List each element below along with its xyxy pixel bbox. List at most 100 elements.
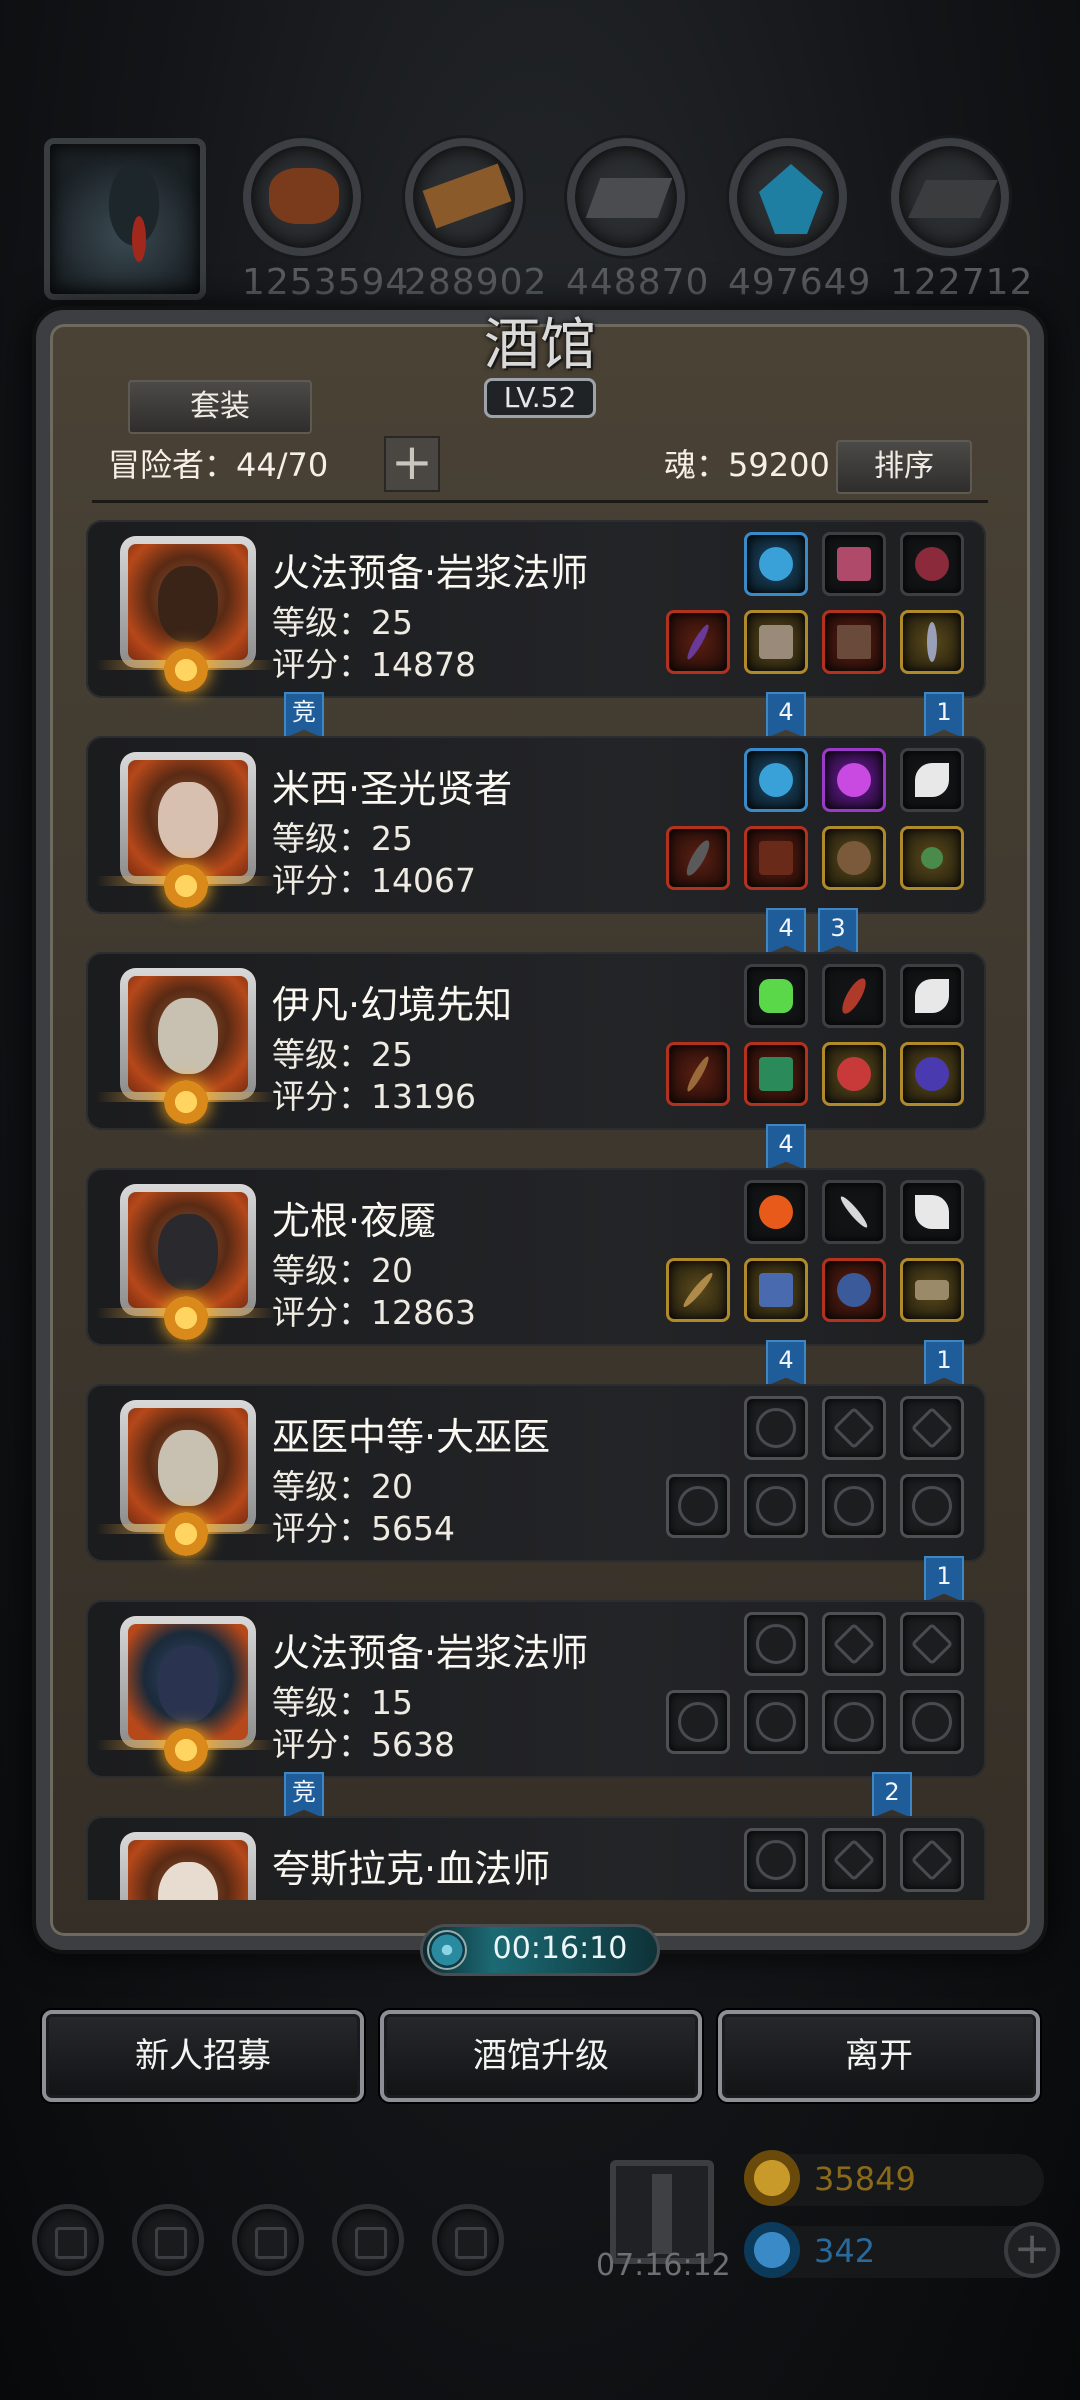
hero-card[interactable]: 夸斯拉克·血法师 等级： [86,1816,986,1900]
wing-equip-icon[interactable] [900,964,964,1028]
hero-score: 评分：12863 [272,1293,476,1332]
star-icon [164,1512,208,1556]
wood-icon [405,138,523,256]
resource-value: 448870 [566,262,710,303]
add-currency-button[interactable]: + [1004,2222,1060,2278]
staff-equip-icon[interactable] [666,610,730,674]
ring-equip-icon[interactable] [900,1042,964,1106]
brush-equip-icon[interactable] [822,964,886,1028]
hero-card[interactable]: 火法预备·岩浆法师 等级：15 评分：5638 [86,1600,986,1778]
mail-icon[interactable] [332,2204,404,2276]
achievement-icon[interactable] [132,2204,204,2276]
hero-gallery-icon[interactable] [232,2204,304,2276]
count-flag: 3 [818,908,858,954]
empty-armor-slot-icon[interactable] [744,1690,808,1754]
dagger-equip-icon[interactable] [822,1180,886,1244]
cloak-equip-icon[interactable] [744,826,808,890]
sword-equip-icon[interactable] [900,610,964,674]
hero-name: 火法预备·岩浆法师 [272,1631,589,1675]
gold-coin-icon [744,2150,800,2206]
orb-equip-icon[interactable] [744,748,808,812]
resource-crystal[interactable]: 497649 [728,138,870,303]
star-icon [164,1080,208,1124]
axe-equip-icon[interactable] [666,826,730,890]
empty-flame-slot-icon[interactable] [744,1828,808,1892]
hero-card[interactable]: 尤根·夜魇 等级：20 评分：12863 [86,1168,986,1346]
hero-card[interactable]: 巫医中等·大巫医 等级：20 评分：5654 [86,1384,986,1562]
amulet-equip-icon[interactable] [822,1042,886,1106]
hero-name: 米西·圣光贤者 [272,767,513,811]
book-equip-icon[interactable] [822,610,886,674]
resource-meat[interactable]: 1253594 [242,138,410,303]
hero-level: 等级：20 [272,1251,413,1290]
empty-staff-slot-icon[interactable] [666,1474,730,1538]
gem-equip-icon[interactable] [822,748,886,812]
hero-name: 尤根·夜魇 [272,1199,437,1243]
count-flag: 4 [766,692,806,738]
gauntlet-equip-icon[interactable] [822,1258,886,1322]
hero-score: 评分：5654 [272,1509,455,1548]
iron-icon [567,138,685,256]
empty-ring-slot-icon[interactable] [900,1474,964,1538]
player-avatar[interactable] [44,138,206,300]
hero-card[interactable]: 米西·圣光贤者 等级：25 评分：14067 [86,736,986,914]
hero-name: 巫医中等·大巫医 [272,1415,551,1459]
horn-equip-icon[interactable] [900,532,964,596]
empty-armor-slot-icon[interactable] [744,1474,808,1538]
necklace-equip-icon[interactable] [900,826,964,890]
hero-card[interactable]: 伊凡·幻境先知 等级：25 评分：13196 [86,952,986,1130]
empty-flame-slot-icon[interactable] [744,1396,808,1460]
bird-icon [90,166,170,276]
resource-stone[interactable]: 122712 [890,138,1032,303]
armor-equip-icon[interactable] [822,532,886,596]
clock-icon [427,1930,467,1970]
hero-list[interactable]: 火法预备·岩浆法师 等级：25 评分：14878 竞 4 1 米西·圣光贤者 等… [86,520,986,1900]
crystal-equip-icon[interactable] [744,964,808,1028]
wing-equip-icon[interactable] [900,748,964,812]
empty-hourglass-slot-icon[interactable] [900,1828,964,1892]
resource-iron[interactable]: 448870 [566,138,710,303]
add-adventurer-button[interactable]: + [384,436,440,492]
empty-hourglass-slot-icon[interactable] [900,1612,964,1676]
staff-equip-icon[interactable] [666,1042,730,1106]
count-flag: 4 [766,1340,806,1386]
fang-equip-icon[interactable] [900,1180,964,1244]
empty-ring-slot-icon[interactable] [822,1474,886,1538]
empty-ring-slot-icon[interactable] [900,1690,964,1754]
guild-icon[interactable] [432,2204,504,2276]
star-icon [164,864,208,908]
hero-level: 等级：20 [272,1467,413,1506]
robe-equip-icon[interactable] [744,610,808,674]
empty-staff-slot-icon[interactable] [666,1690,730,1754]
belt-equip-icon[interactable] [900,1258,964,1322]
mask-equip-icon[interactable] [822,826,886,890]
tavern-timer: 00:16:10 [420,1924,660,1976]
hero-portrait[interactable] [120,1832,256,1900]
timer-text: 00:16:10 [492,1931,628,1966]
flame-equip-icon[interactable] [744,1180,808,1244]
leave-button[interactable]: 离开 [718,2010,1040,2102]
hero-name: 夸斯拉克·血法师 [272,1847,551,1891]
spear-equip-icon[interactable] [666,1258,730,1322]
set-button[interactable]: 套装 [128,380,312,434]
resource-wood[interactable]: 288902 [404,138,546,303]
empty-flame-slot-icon[interactable] [744,1612,808,1676]
empty-hourglass-slot-icon[interactable] [822,1396,886,1460]
upgrade-tavern-button[interactable]: 酒馆升级 [380,2010,702,2102]
count-flag: 4 [766,1124,806,1170]
empty-hourglass-slot-icon[interactable] [822,1828,886,1892]
settings-icon[interactable] [32,2204,104,2276]
empty-ring-slot-icon[interactable] [822,1690,886,1754]
hero-card[interactable]: 火法预备·岩浆法师 等级：25 评分：14878 [86,520,986,698]
empty-hourglass-slot-icon[interactable] [822,1612,886,1676]
empty-hourglass-slot-icon[interactable] [900,1396,964,1460]
armor-equip-icon[interactable] [744,1258,808,1322]
orb-equip-icon[interactable] [744,532,808,596]
gold-display: 35849 [744,2150,1044,2206]
resource-value: 1253594 [242,262,410,303]
recruit-button[interactable]: 新人招募 [42,2010,364,2102]
sort-button[interactable]: 排序 [836,440,972,494]
hero-head [158,1214,218,1290]
armor-equip-icon[interactable] [744,1042,808,1106]
hero-name: 火法预备·岩浆法师 [272,551,589,595]
